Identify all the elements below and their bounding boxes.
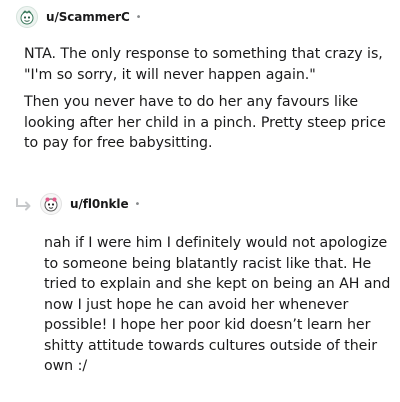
comment-paragraph: Then you never have to do her any favour… (24, 94, 386, 151)
comment-body: NTA. The only response to something that… (24, 44, 394, 154)
snoo-avatar-icon (20, 10, 34, 25)
comment-header: u/ScammerC • (16, 6, 142, 28)
comment-header: u/fl0nkle • (40, 193, 140, 215)
username[interactable]: u/ScammerC (46, 10, 130, 24)
avatar[interactable] (40, 193, 62, 215)
separator-dot: • (135, 11, 142, 23)
snoo-avatar-icon (44, 197, 58, 212)
comment-paragraph: nah if I were him I definitely would not… (44, 235, 391, 374)
avatar[interactable] (16, 6, 38, 28)
separator-dot: • (134, 198, 141, 210)
comment-body: nah if I were him I definitely would not… (44, 233, 394, 377)
username[interactable]: u/fl0nkle (70, 197, 129, 211)
reply-arrow-icon (16, 198, 31, 211)
comment-paragraph: NTA. The only response to something that… (24, 46, 383, 83)
